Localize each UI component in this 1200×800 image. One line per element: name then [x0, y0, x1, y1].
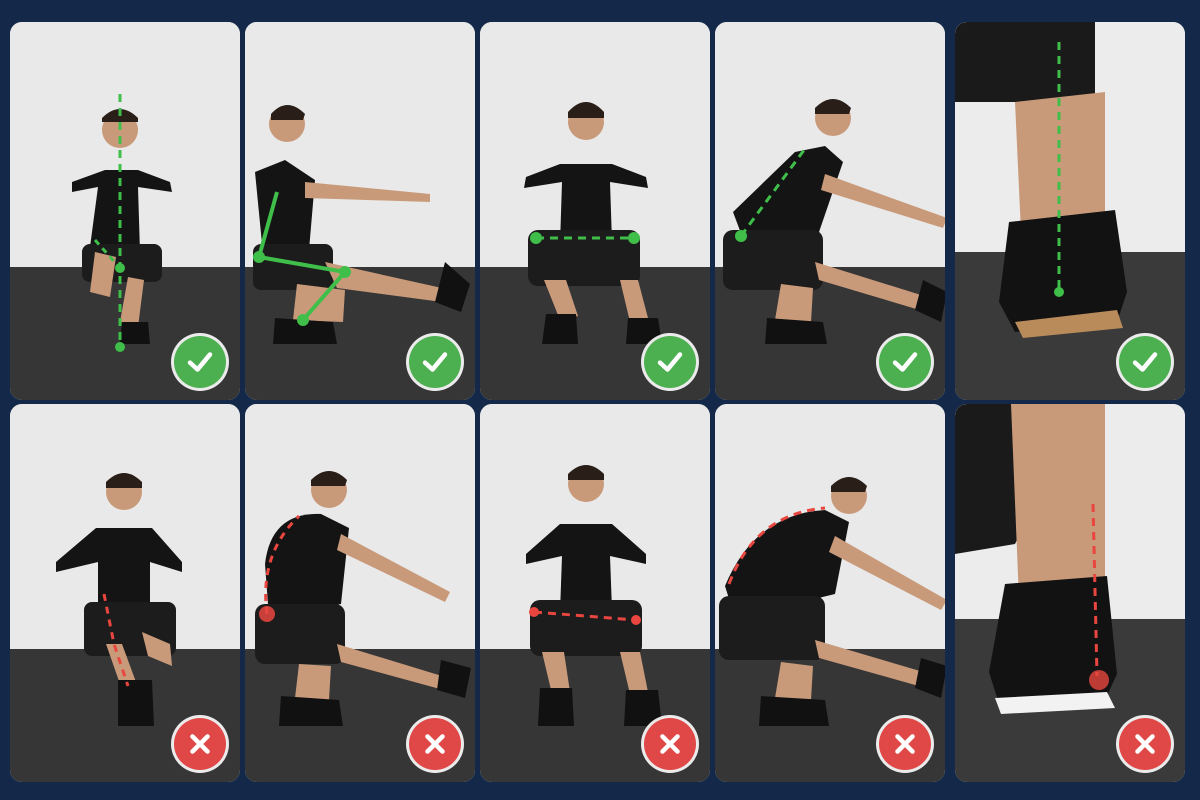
panel-correct-front-balance: [10, 22, 240, 400]
cross-icon: [190, 734, 210, 754]
panel-correct-side-spine: [715, 22, 945, 400]
check-icon: [422, 352, 448, 372]
panel-incorrect-side-back: [245, 404, 475, 782]
check-icon: [657, 352, 683, 372]
check-icon: [187, 352, 213, 372]
panel-incorrect-front-knee: [10, 404, 240, 782]
correct-badge: [879, 336, 931, 388]
cross-icon: [1135, 734, 1155, 754]
panel-correct-front-hips: [480, 22, 710, 400]
panel-correct-side-angle: [245, 22, 475, 400]
panel-incorrect-side-lean: [715, 404, 945, 782]
incorrect-badge: [409, 718, 461, 770]
panel-correct-heel: [955, 22, 1185, 400]
incorrect-badge: [879, 718, 931, 770]
panel-incorrect-heel: [955, 404, 1185, 782]
correct-badge: [409, 336, 461, 388]
correct-badge: [1119, 336, 1171, 388]
correct-badge: [174, 336, 226, 388]
exercise-form-grid: [0, 0, 1200, 800]
incorrect-badge: [644, 718, 696, 770]
check-icon: [1132, 352, 1158, 372]
cross-icon: [660, 734, 680, 754]
correct-badge: [644, 336, 696, 388]
cross-icon: [425, 734, 445, 754]
incorrect-badge: [1119, 718, 1171, 770]
incorrect-badge: [174, 718, 226, 770]
check-icon: [892, 352, 918, 372]
panel-incorrect-front-hips: [480, 404, 710, 782]
cross-icon: [895, 734, 915, 754]
